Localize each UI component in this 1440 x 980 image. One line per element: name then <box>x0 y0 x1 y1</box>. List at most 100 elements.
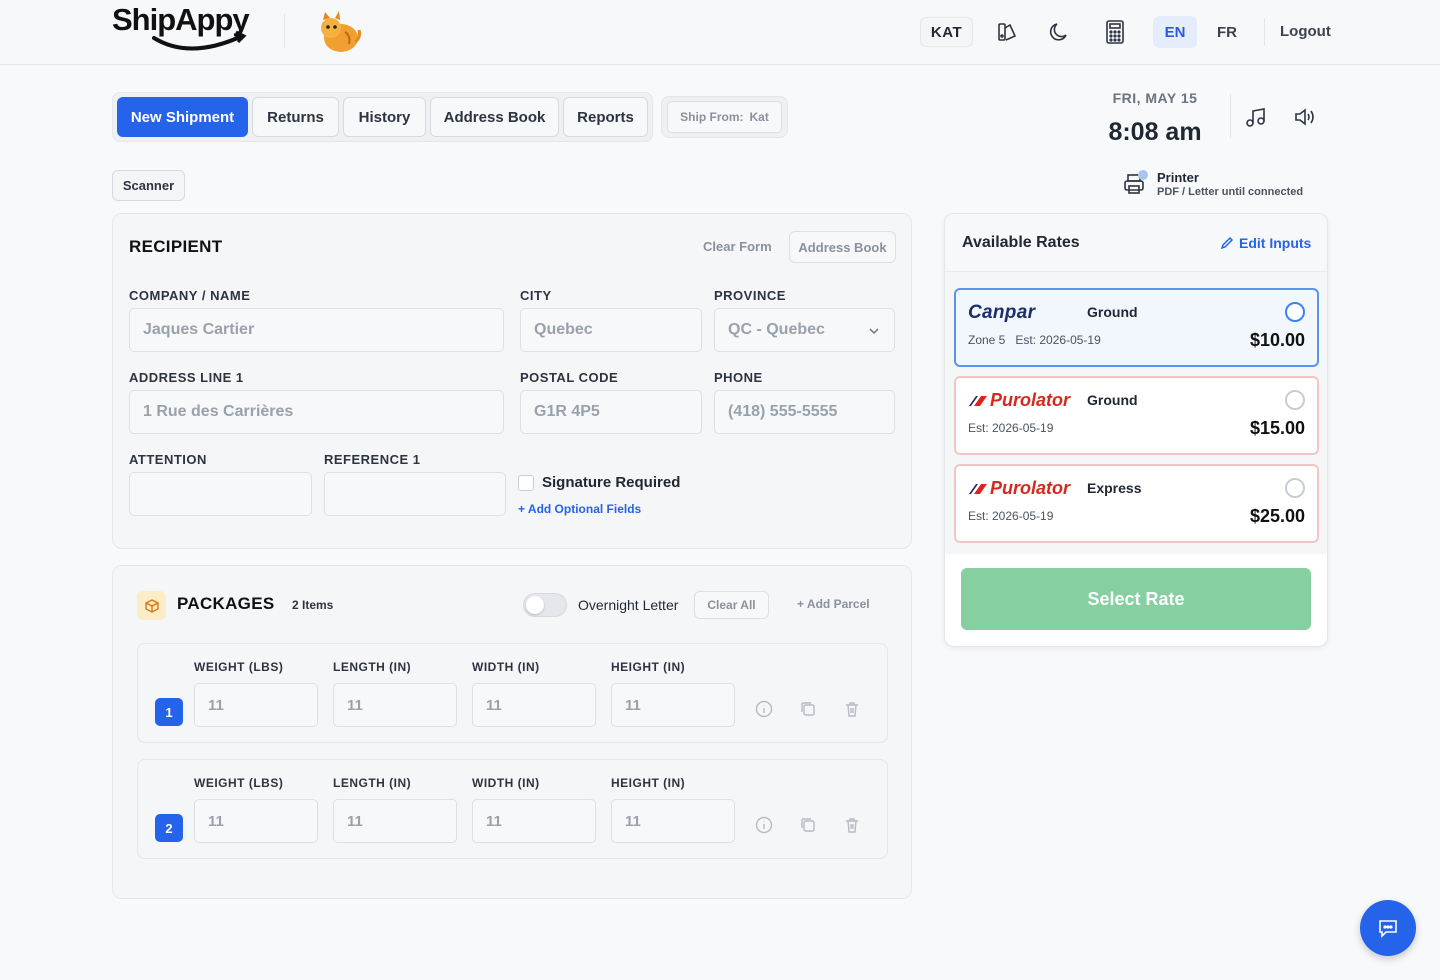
postal-input[interactable]: G1R 4P5 <box>520 390 702 434</box>
address1-input[interactable]: 1 Rue des Carrières <box>129 390 504 434</box>
packages-title: PACKAGES <box>177 594 275 613</box>
carrier-logo-purolator: Purolator <box>968 478 1070 499</box>
rate-price: $15.00 <box>1249 418 1305 438</box>
rate-option[interactable]: Purolator Express Est: 2026-05-19 $25.00 <box>954 464 1319 543</box>
ship-from-wrapper: Ship From: Kat <box>661 96 788 138</box>
mascot-icon <box>321 11 361 52</box>
tab-returns[interactable]: Returns <box>252 97 339 137</box>
clear-form-button[interactable]: Clear Form <box>703 239 772 254</box>
length-input[interactable]: 11 <box>333 799 457 843</box>
attention-label: ATTENTION <box>129 452 207 467</box>
ship-from-selector[interactable]: Ship From: Kat <box>667 101 782 133</box>
city-input[interactable]: Quebec <box>520 308 702 352</box>
add-parcel-button[interactable]: + Add Parcel <box>797 597 870 611</box>
chevron-down-icon <box>869 328 879 335</box>
weight-input[interactable]: 11 <box>194 799 318 843</box>
reference1-input[interactable] <box>324 472 506 516</box>
carrier-name: Purolator <box>990 390 1071 410</box>
company-input[interactable]: Jaques Cartier <box>129 308 504 352</box>
scanner-button[interactable]: Scanner <box>112 170 185 201</box>
purolator-flag-icon <box>969 483 987 494</box>
tab-address-book[interactable]: Address Book <box>430 97 559 137</box>
recipient-title: RECIPIENT <box>129 237 223 256</box>
province-value: QC - Quebec <box>728 321 825 338</box>
music-note-icon[interactable] <box>1244 105 1268 129</box>
carrier-logo-purolator: Purolator <box>968 390 1070 411</box>
tab-reports[interactable]: Reports <box>563 97 648 137</box>
current-date: FRI, MAY 15 <box>1112 90 1198 106</box>
signature-checkbox[interactable] <box>518 475 534 491</box>
logo-swoosh-icon <box>152 30 247 51</box>
reference1-label: REFERENCE 1 <box>324 452 421 467</box>
clear-all-button[interactable]: Clear All <box>694 591 769 619</box>
lang-en-button[interactable]: EN <box>1153 16 1197 48</box>
phone-input[interactable]: (418) 555-5555 <box>714 390 895 434</box>
province-select[interactable]: QC - Quebec <box>714 308 895 352</box>
rate-price: $10.00 <box>1249 330 1305 350</box>
attention-input[interactable] <box>129 472 312 516</box>
printer-title: Printer <box>1157 170 1199 185</box>
add-parcel-label: Add Parcel <box>806 597 870 611</box>
height-input[interactable]: 11 <box>611 683 735 727</box>
rate-radio[interactable] <box>1285 478 1305 498</box>
chat-icon <box>1379 920 1397 938</box>
sound-volume-icon[interactable] <box>1292 105 1316 129</box>
weight-input[interactable]: 11 <box>194 683 318 727</box>
length-input[interactable]: 11 <box>333 683 457 727</box>
rate-service: Express <box>1087 480 1142 496</box>
ship-from-value: Kat <box>749 110 769 124</box>
duplicate-icon[interactable] <box>799 816 817 834</box>
lang-fr-button[interactable]: FR <box>1205 16 1249 48</box>
chat-support-button[interactable] <box>1360 900 1416 956</box>
info-icon[interactable] <box>755 700 773 718</box>
trash-icon[interactable] <box>843 816 861 834</box>
edit-inputs-button[interactable]: Edit Inputs <box>1220 235 1311 251</box>
calculator-icon[interactable] <box>1103 19 1127 45</box>
rate-zone: Zone 5 <box>968 333 1006 347</box>
add-optional-fields-link[interactable]: + Add Optional Fields <box>518 502 641 516</box>
duplicate-icon[interactable] <box>799 700 817 718</box>
weight-label: WEIGHT (LBS) <box>194 660 284 674</box>
package-box-icon <box>137 591 166 620</box>
carrier-logo-canpar: Canpar <box>968 302 1036 323</box>
printer-status-dot <box>1138 170 1148 180</box>
top-bar: ShipAppy KAT EN FR Logout <box>0 0 1440 65</box>
city-label: CITY <box>520 288 552 303</box>
rate-est: Est: 2026-05-19 <box>968 509 1054 523</box>
theme-palette-icon[interactable] <box>995 20 1019 44</box>
info-icon[interactable] <box>755 816 773 834</box>
rate-service: Ground <box>1087 392 1138 408</box>
logout-button[interactable]: Logout <box>1280 23 1331 40</box>
tab-history[interactable]: History <box>343 97 426 137</box>
printer-status: PDF / Letter until connected <box>1157 186 1304 198</box>
toggle-knob <box>526 596 544 614</box>
trash-icon[interactable] <box>843 700 861 718</box>
edit-inputs-label: Edit Inputs <box>1239 235 1312 251</box>
main-tabs: New Shipment Returns History Address Boo… <box>112 92 653 142</box>
length-label: LENGTH (IN) <box>333 776 412 790</box>
carrier-name: Purolator <box>990 478 1071 498</box>
rate-radio[interactable] <box>1285 390 1305 410</box>
height-input[interactable]: 11 <box>611 799 735 843</box>
rate-option[interactable]: Canpar Ground Zone 5 Est: 2026-05-19 $10… <box>954 288 1319 367</box>
rate-est: Est: 2026-05-19 <box>968 421 1054 435</box>
ship-from-label: Ship From: <box>680 110 744 124</box>
rate-radio[interactable] <box>1285 302 1305 322</box>
dark-mode-moon-icon[interactable] <box>1047 20 1071 44</box>
rate-option[interactable]: Purolator Ground Est: 2026-05-19 $15.00 <box>954 376 1319 455</box>
select-rate-button[interactable]: Select Rate <box>961 568 1311 630</box>
current-time: 8:08 am <box>1108 118 1202 146</box>
width-input[interactable]: 11 <box>472 799 596 843</box>
user-badge[interactable]: KAT <box>920 17 973 47</box>
width-input[interactable]: 11 <box>472 683 596 727</box>
purolator-flag-icon <box>969 395 987 406</box>
width-label: WIDTH (IN) <box>472 776 540 790</box>
package-row: 2 WEIGHT (LBS) 11 LENGTH (IN) 11 WIDTH (… <box>137 759 888 859</box>
tab-new-shipment[interactable]: New Shipment <box>117 97 248 137</box>
address-book-button[interactable]: Address Book <box>789 231 896 263</box>
clock-divider <box>1230 94 1231 138</box>
height-label: HEIGHT (IN) <box>611 660 686 674</box>
overnight-letter-toggle[interactable] <box>523 593 567 617</box>
phone-label: PHONE <box>714 370 763 385</box>
signature-label[interactable]: Signature Required <box>542 474 680 491</box>
